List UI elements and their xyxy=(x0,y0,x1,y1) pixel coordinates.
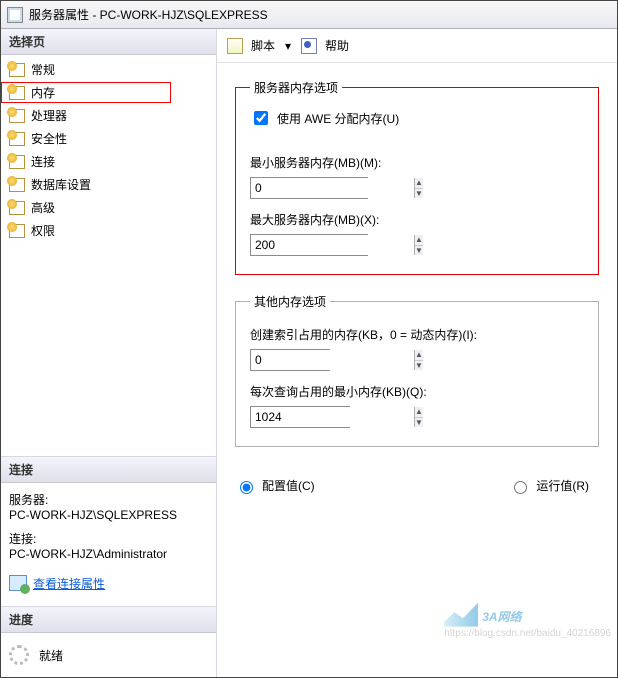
window-title: 服务器属性 - PC-WORK-HJZ\SQLEXPRESS xyxy=(29,6,268,23)
watermark: 3A网络 https://blog.csdn.net/baidu_4021689… xyxy=(444,600,611,639)
progress-block: 进度 就绪 xyxy=(1,606,216,677)
nav-item-permissions[interactable]: 权限 xyxy=(1,220,216,241)
min-memory-field[interactable] xyxy=(251,178,414,198)
page-icon xyxy=(9,178,25,192)
query-memory-input[interactable]: ▲▼ xyxy=(250,406,350,428)
min-memory-input[interactable]: ▲▼ xyxy=(250,177,368,199)
progress-header: 进度 xyxy=(1,607,216,633)
properties-icon xyxy=(9,575,27,591)
nav-item-general[interactable]: 常规 xyxy=(1,59,216,80)
awe-checkbox[interactable] xyxy=(254,111,268,125)
connection-header: 连接 xyxy=(1,457,216,483)
dialog-window: 服务器属性 - PC-WORK-HJZ\SQLEXPRESS 选择页 常规 内存… xyxy=(0,0,618,678)
server-memory-group: 服务器内存选项 使用 AWE 分配内存(U) 最小服务器内存(MB)(M): ▲… xyxy=(235,79,599,275)
titlebar[interactable]: 服务器属性 - PC-WORK-HJZ\SQLEXPRESS xyxy=(1,1,617,29)
conn-label: 连接: xyxy=(9,530,208,547)
running-label: 运行值(R) xyxy=(536,477,589,494)
server-memory-legend: 服务器内存选项 xyxy=(250,79,342,96)
index-memory-spinner[interactable]: ▲▼ xyxy=(414,350,423,370)
toolbar: 脚本 ▾ 帮助 xyxy=(217,37,617,63)
configured-radio[interactable] xyxy=(240,481,253,494)
nav-item-db-settings[interactable]: 数据库设置 xyxy=(1,174,216,195)
min-memory-spinner[interactable]: ▲▼ xyxy=(414,178,423,198)
left-panel: 选择页 常规 内存 处理器 安全性 连接 数据库设置 高级 权限 连接 服务器:… xyxy=(1,29,217,677)
spin-down-icon[interactable]: ▼ xyxy=(415,189,423,199)
spin-up-icon[interactable]: ▲ xyxy=(415,178,423,189)
spin-up-icon[interactable]: ▲ xyxy=(415,235,423,246)
nav-item-memory[interactable]: 内存 xyxy=(1,82,171,103)
nav-item-advanced[interactable]: 高级 xyxy=(1,197,216,218)
select-page-header: 选择页 xyxy=(1,29,216,55)
query-memory-label: 每次查询占用的最小内存(KB)(Q): xyxy=(250,383,584,400)
nav-item-connections[interactable]: 连接 xyxy=(1,151,216,172)
page-icon xyxy=(9,224,25,238)
awe-label: 使用 AWE 分配内存(U) xyxy=(277,110,399,127)
configured-radio-row[interactable]: 配置值(C) xyxy=(235,477,315,494)
conn-value: PC-WORK-HJZ\Administrator xyxy=(9,547,208,561)
page-icon xyxy=(9,201,25,215)
running-radio[interactable] xyxy=(514,481,527,494)
configured-label: 配置值(C) xyxy=(262,477,315,494)
page-icon xyxy=(9,109,25,123)
server-value: PC-WORK-HJZ\SQLEXPRESS xyxy=(9,508,208,522)
page-nav: 常规 内存 处理器 安全性 连接 数据库设置 高级 权限 xyxy=(1,55,216,456)
dialog-body: 选择页 常规 内存 处理器 安全性 连接 数据库设置 高级 权限 连接 服务器:… xyxy=(1,29,617,677)
nav-item-security[interactable]: 安全性 xyxy=(1,128,216,149)
nav-label: 权限 xyxy=(31,222,55,239)
min-memory-label: 最小服务器内存(MB)(M): xyxy=(250,154,584,171)
index-memory-label: 创建索引占用的内存(KB，0 = 动态内存)(I): xyxy=(250,326,584,343)
link-label: 查看连接属性 xyxy=(33,575,105,592)
watermark-brand: 3A网络 xyxy=(482,610,521,624)
spin-down-icon[interactable]: ▼ xyxy=(415,418,423,428)
other-memory-legend: 其他内存选项 xyxy=(250,293,330,310)
nav-label: 连接 xyxy=(31,153,55,170)
running-radio-row[interactable]: 运行值(R) xyxy=(509,477,589,494)
progress-spinner-icon xyxy=(9,645,29,665)
nav-item-processors[interactable]: 处理器 xyxy=(1,105,216,126)
query-memory-field[interactable] xyxy=(251,407,414,427)
index-memory-field[interactable] xyxy=(251,350,414,370)
page-icon xyxy=(9,63,25,77)
page-icon xyxy=(9,132,25,146)
nav-label: 常规 xyxy=(31,61,55,78)
max-memory-field[interactable] xyxy=(251,235,414,255)
query-memory-spinner[interactable]: ▲▼ xyxy=(414,407,423,427)
nav-label: 高级 xyxy=(31,199,55,216)
spin-down-icon[interactable]: ▼ xyxy=(415,361,423,371)
max-memory-label: 最大服务器内存(MB)(X): xyxy=(250,211,584,228)
script-button[interactable]: 脚本 xyxy=(251,37,275,54)
app-icon xyxy=(7,7,23,23)
help-button[interactable]: 帮助 xyxy=(325,37,349,54)
value-mode-row: 配置值(C) 运行值(R) xyxy=(235,477,599,494)
max-memory-spinner[interactable]: ▲▼ xyxy=(414,235,423,255)
nav-label: 内存 xyxy=(31,84,55,101)
page-icon xyxy=(9,86,25,100)
spin-down-icon[interactable]: ▼ xyxy=(415,246,423,256)
server-label: 服务器: xyxy=(9,491,208,508)
nav-label: 安全性 xyxy=(31,130,67,147)
script-dropdown[interactable]: ▾ xyxy=(283,39,293,53)
view-connection-properties-link[interactable]: 查看连接属性 xyxy=(9,575,105,592)
index-memory-input[interactable]: ▲▼ xyxy=(250,349,330,371)
watermark-logo-icon xyxy=(444,603,478,627)
other-memory-group: 其他内存选项 创建索引占用的内存(KB，0 = 动态内存)(I): ▲▼ 每次查… xyxy=(235,293,599,447)
nav-label: 处理器 xyxy=(31,107,67,124)
spin-up-icon[interactable]: ▲ xyxy=(415,407,423,418)
page-icon xyxy=(9,155,25,169)
max-memory-input[interactable]: ▲▼ xyxy=(250,234,368,256)
main-content: 服务器内存选项 使用 AWE 分配内存(U) 最小服务器内存(MB)(M): ▲… xyxy=(217,63,617,669)
connection-block: 连接 服务器: PC-WORK-HJZ\SQLEXPRESS 连接: PC-WO… xyxy=(1,456,216,607)
spin-up-icon[interactable]: ▲ xyxy=(415,350,423,361)
right-panel: 脚本 ▾ 帮助 服务器内存选项 使用 AWE 分配内存(U) 最小服务器内存(M… xyxy=(217,29,617,677)
help-icon xyxy=(301,38,317,54)
script-icon xyxy=(227,38,243,54)
awe-checkbox-row[interactable]: 使用 AWE 分配内存(U) xyxy=(250,108,584,128)
progress-status: 就绪 xyxy=(39,647,63,664)
nav-label: 数据库设置 xyxy=(31,176,91,193)
watermark-url: https://blog.csdn.net/baidu_40216896 xyxy=(444,628,611,639)
